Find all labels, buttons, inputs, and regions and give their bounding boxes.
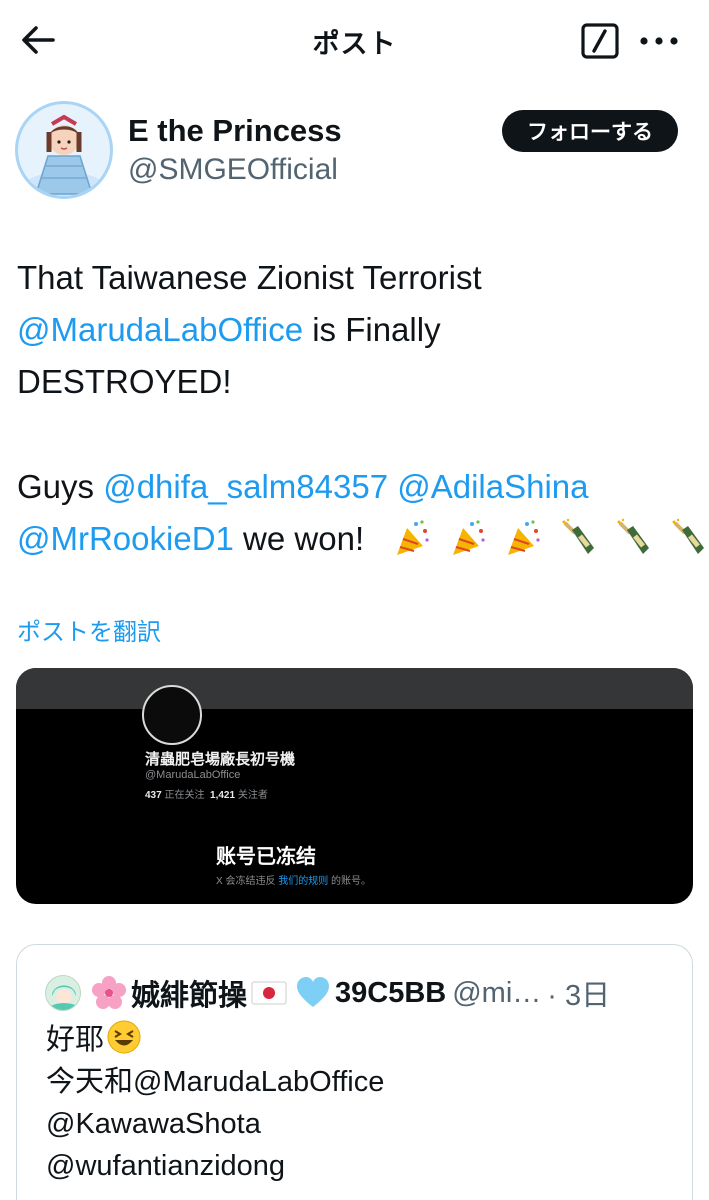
suspended-title: 账号已冻结 bbox=[216, 846, 316, 868]
following-count: 437 bbox=[145, 790, 162, 801]
quoted-post-text: 好耶 今天和@MarudaLabOffice @KawawaShota @wuf… bbox=[46, 1019, 384, 1187]
cherry-blossom-icon bbox=[92, 976, 126, 1009]
profile-banner bbox=[16, 668, 693, 709]
party-popper-icon bbox=[397, 520, 430, 555]
compose-button[interactable] bbox=[580, 22, 620, 60]
suspended-account-handle: @MarudaLabOffice bbox=[145, 769, 241, 781]
quote-author-name-suffix[interactable]: 39C5BB bbox=[335, 977, 446, 1010]
quote-line: 好耶 bbox=[46, 1019, 384, 1061]
light-blue-heart-icon bbox=[297, 977, 330, 1007]
mention-link[interactable]: @AdilaShina bbox=[397, 468, 588, 505]
tweet-text-segment bbox=[388, 468, 397, 505]
quoted-post[interactable]: 娍緋節操 39C5BB @mi… · 3日 好耶 今天和@MarudaLabOf… bbox=[16, 944, 693, 1200]
author-name[interactable]: E the Princess bbox=[128, 113, 342, 149]
tweet-line: @MrRookieD1 we won! bbox=[17, 513, 705, 565]
quote-author-name[interactable]: 娍緋節操 bbox=[131, 972, 247, 1014]
rules-link: 我们的规则 bbox=[278, 876, 329, 887]
mention-link[interactable]: @dhifa_salm84357 bbox=[103, 468, 388, 505]
following-label: 正在关注 bbox=[164, 790, 205, 801]
top-bar: ポスト bbox=[0, 0, 709, 82]
paragraph-break bbox=[17, 408, 697, 461]
quote-author-handle[interactable]: @mi… bbox=[452, 977, 541, 1010]
tweet-line: That Taiwanese Zionist Terrorist bbox=[17, 252, 697, 304]
grinning-squinting-face-icon bbox=[107, 1020, 141, 1054]
champagne-icon bbox=[617, 518, 650, 554]
follow-stats: 437 正在关注 1,421 关注者 bbox=[145, 786, 268, 801]
notice-prefix: X 会冻结违反 bbox=[216, 876, 276, 887]
compose-icon bbox=[581, 23, 619, 59]
quote-line: 今天和@MarudaLabOffice bbox=[46, 1066, 385, 1098]
princess-avatar-icon bbox=[24, 114, 104, 196]
tweet-text-segment: is Finally bbox=[303, 311, 441, 348]
tweet-text: That Taiwanese Zionist Terrorist @Maruda… bbox=[17, 252, 705, 565]
suspended-notice: X 会冻结违反 我们的规则 的账号。 bbox=[216, 872, 371, 887]
translate-post-link[interactable]: ポストを翻訳 bbox=[17, 612, 161, 647]
quote-line-text: 好耶 bbox=[46, 1024, 105, 1056]
japan-flag-icon bbox=[251, 981, 287, 1005]
tweet-line: DESTROYED! bbox=[17, 356, 697, 408]
quoted-post-header: 娍緋節操 39C5BB @mi… · 3日 bbox=[45, 972, 610, 1014]
party-popper-icon bbox=[452, 520, 485, 555]
followers-count: 1,421 bbox=[210, 790, 236, 801]
quote-author-avatar bbox=[45, 975, 81, 1011]
tweet-text-segment: DESTROYED! bbox=[17, 363, 232, 400]
more-horizontal-icon bbox=[640, 37, 678, 45]
tweet-text-segment: Guys bbox=[17, 468, 104, 505]
quote-line: @KawawaShota bbox=[46, 1108, 261, 1140]
more-button[interactable] bbox=[636, 24, 682, 58]
followers-label: 关注者 bbox=[237, 790, 268, 801]
tweet-line: Guys @dhifa_salm84357 @AdilaShina bbox=[17, 461, 697, 513]
tweet-text-segment: we won! bbox=[233, 520, 365, 557]
champagne-icon bbox=[672, 518, 705, 554]
quote-line: @wufantianzidong bbox=[46, 1150, 286, 1182]
mention-link[interactable]: @MrRookieD1 bbox=[17, 520, 234, 557]
mention-link[interactable]: @MarudaLabOffice bbox=[17, 311, 303, 348]
notice-suffix: 的账号。 bbox=[331, 876, 372, 887]
suspended-account-name: 清蟲肥皂場廠長初号機 bbox=[145, 751, 296, 768]
quote-timestamp[interactable]: · 3日 bbox=[547, 972, 610, 1014]
party-popper-icon bbox=[507, 520, 540, 555]
author-handle[interactable]: @SMGEOfficial bbox=[128, 153, 338, 187]
author-avatar[interactable] bbox=[15, 101, 113, 199]
post-image[interactable]: 清蟲肥皂場廠長初号機 @MarudaLabOffice 437 正在关注 1,4… bbox=[16, 668, 693, 904]
anime-avatar-icon bbox=[46, 976, 80, 1010]
champagne-icon bbox=[562, 518, 594, 554]
profile-picture bbox=[142, 685, 202, 745]
tweet-text-segment: That Taiwanese Zionist Terrorist bbox=[17, 259, 482, 296]
tweet-line: @MarudaLabOffice is Finally bbox=[17, 304, 697, 356]
follow-button[interactable]: フォローする bbox=[502, 110, 678, 152]
